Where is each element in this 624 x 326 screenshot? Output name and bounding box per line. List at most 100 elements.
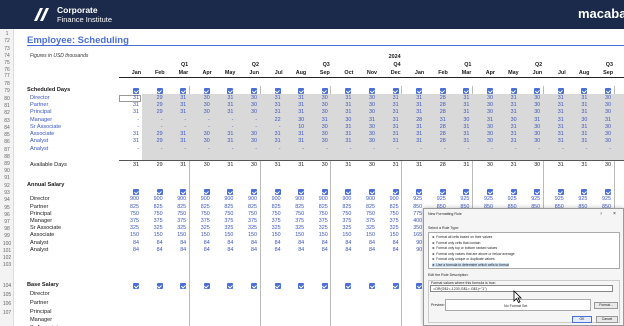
data-cell[interactable]: 150 — [261, 232, 283, 239]
data-cell[interactable]: 375 — [379, 218, 401, 225]
data-cell[interactable]: 325 — [190, 225, 212, 232]
data-cell[interactable]: 750 — [190, 211, 212, 218]
total-cell[interactable]: 30 — [355, 162, 377, 169]
data-cell[interactable]: 31 — [449, 131, 471, 138]
data-cell[interactable]: 750 — [119, 211, 141, 218]
data-cell[interactable]: - — [402, 146, 424, 153]
data-cell[interactable]: 900 — [284, 196, 306, 203]
data-cell[interactable]: - — [166, 124, 188, 131]
data-cell[interactable]: - — [143, 124, 165, 131]
data-cell[interactable]: 30 — [190, 95, 212, 102]
data-cell[interactable]: 31 — [544, 102, 566, 109]
data-cell[interactable]: 30 — [237, 102, 259, 109]
data-cell[interactable]: 150 — [237, 232, 259, 239]
checkbox-icon[interactable] — [345, 189, 352, 195]
data-cell[interactable]: 31 — [331, 102, 353, 109]
data-cell[interactable]: - — [166, 146, 188, 153]
data-cell[interactable]: 31 — [567, 124, 589, 131]
data-cell[interactable]: 31 — [497, 124, 519, 131]
data-cell[interactable]: - — [119, 146, 141, 153]
data-cell[interactable]: 90 — [402, 240, 424, 247]
data-cell[interactable]: 31 — [426, 117, 448, 124]
data-cell[interactable]: 30 — [520, 102, 542, 109]
data-cell[interactable]: 31 — [379, 138, 401, 145]
data-cell[interactable]: 84 — [379, 240, 401, 247]
checkbox-icon[interactable] — [156, 189, 163, 195]
data-cell[interactable]: 31 — [213, 102, 235, 109]
data-cell[interactable]: 325 — [143, 225, 165, 232]
data-cell[interactable]: 28 — [426, 124, 448, 131]
data-cell[interactable]: 825 — [308, 204, 330, 211]
data-cell[interactable]: 165 — [402, 232, 424, 239]
data-cell[interactable]: 900 — [143, 196, 165, 203]
data-cell[interactable]: 31 — [615, 102, 624, 109]
data-cell[interactable]: 31 — [166, 131, 188, 138]
checkbox-icon[interactable] — [274, 189, 281, 195]
data-cell[interactable]: 31 — [615, 138, 624, 145]
cancel-button[interactable]: Cancel — [596, 316, 618, 323]
data-cell[interactable]: 900 — [166, 196, 188, 203]
data-cell[interactable]: 30 — [331, 117, 353, 124]
data-cell[interactable]: 750 — [213, 211, 235, 218]
data-cell[interactable]: 30 — [237, 95, 259, 102]
data-cell[interactable]: 30 — [473, 102, 495, 109]
data-cell[interactable]: 925 — [591, 196, 613, 203]
data-cell[interactable]: 31 — [567, 109, 589, 116]
data-cell[interactable]: 30 — [567, 117, 589, 124]
data-cell[interactable]: 31 — [544, 124, 566, 131]
data-cell[interactable]: 31 — [284, 131, 306, 138]
data-cell[interactable]: 30 — [520, 131, 542, 138]
data-cell[interactable]: 900 — [331, 196, 353, 203]
data-cell[interactable]: 31 — [591, 117, 613, 124]
data-cell[interactable]: 30 — [237, 138, 259, 145]
data-cell[interactable]: 84 — [331, 247, 353, 254]
checkbox-icon[interactable] — [392, 189, 399, 195]
data-cell[interactable]: 375 — [213, 218, 235, 225]
data-cell[interactable]: - — [261, 124, 283, 131]
total-cell[interactable]: 31 — [615, 162, 624, 169]
data-cell[interactable]: 925 — [615, 196, 624, 203]
rule-type-list[interactable]: ► Format all cells based on their values… — [428, 232, 620, 269]
data-cell[interactable]: 31 — [520, 117, 542, 124]
total-cell[interactable]: 31 — [497, 162, 519, 169]
data-cell[interactable]: 31 — [261, 102, 283, 109]
data-cell[interactable]: 31 — [497, 131, 519, 138]
data-cell[interactable]: - — [355, 146, 377, 153]
data-cell[interactable]: 750 — [331, 211, 353, 218]
data-cell[interactable]: 28 — [426, 138, 448, 145]
data-cell[interactable]: - — [261, 146, 283, 153]
data-cell[interactable]: 84 — [119, 247, 141, 254]
data-cell[interactable]: 825 — [190, 204, 212, 211]
data-cell[interactable]: 375 — [308, 218, 330, 225]
data-cell[interactable]: 150 — [119, 232, 141, 239]
checkbox-icon[interactable] — [439, 189, 446, 195]
data-cell[interactable]: 900 — [355, 196, 377, 203]
checkbox-icon[interactable] — [251, 189, 257, 195]
data-cell[interactable]: - — [166, 117, 188, 124]
rule-type-item[interactable]: ► Format only top or bottom ranked value… — [432, 246, 497, 250]
checkbox-icon[interactable] — [581, 189, 588, 195]
data-cell[interactable]: 325 — [119, 225, 141, 232]
total-cell[interactable]: 30 — [473, 162, 495, 169]
data-cell[interactable]: 84 — [308, 247, 330, 254]
data-cell[interactable]: 30 — [473, 95, 495, 102]
rule-type-item[interactable]: ► Format only unique or duplicate values — [432, 257, 495, 261]
checkbox-icon[interactable] — [298, 189, 305, 195]
total-cell[interactable]: 30 — [520, 162, 542, 169]
data-cell[interactable]: - — [331, 146, 353, 153]
data-cell[interactable]: - — [379, 146, 401, 153]
data-cell[interactable]: - — [190, 117, 212, 124]
data-cell[interactable]: 31 — [615, 109, 624, 116]
checkbox-icon[interactable] — [534, 189, 541, 195]
data-cell[interactable]: - — [143, 146, 165, 153]
data-cell[interactable]: 325 — [379, 225, 401, 232]
checkbox-icon[interactable] — [345, 283, 352, 289]
data-cell[interactable]: 30 — [190, 102, 212, 109]
data-cell[interactable]: 31 — [544, 117, 566, 124]
data-cell[interactable]: 30 — [591, 138, 613, 145]
data-cell[interactable]: 375 — [143, 218, 165, 225]
data-cell[interactable]: 750 — [355, 211, 377, 218]
rule-type-item[interactable]: ► Format only values that are above or b… — [432, 252, 515, 256]
data-cell[interactable]: 84 — [119, 240, 141, 247]
data-cell[interactable]: 84 — [213, 240, 235, 247]
